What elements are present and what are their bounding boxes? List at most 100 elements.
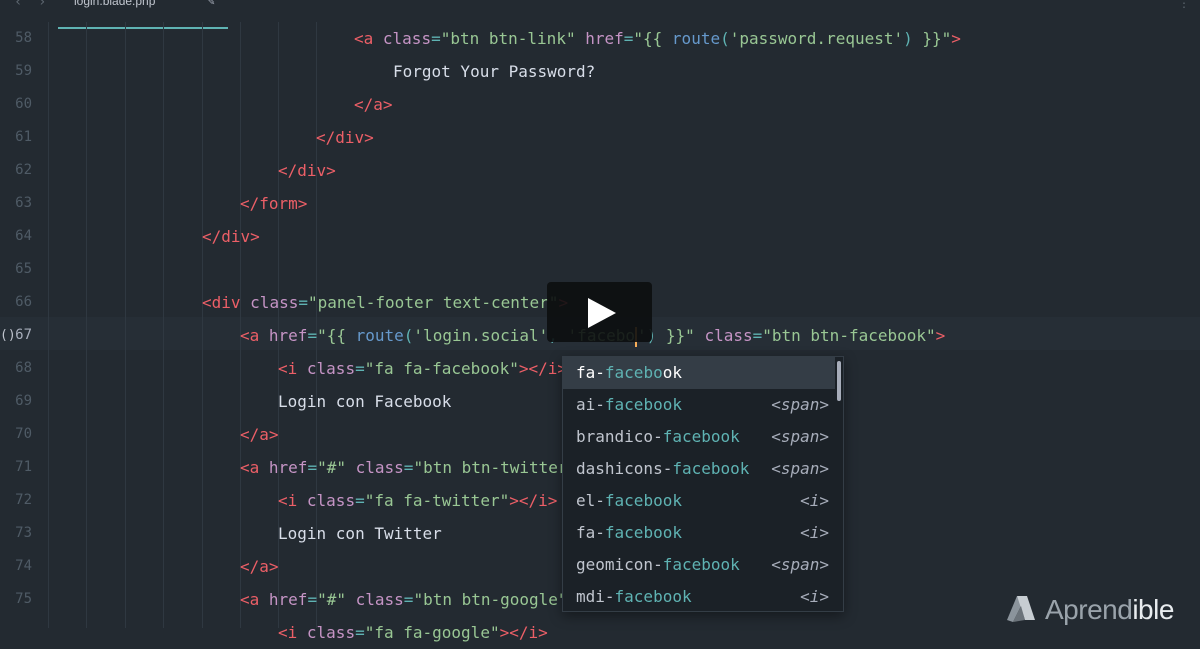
code-token: <a xyxy=(240,458,269,477)
code-line[interactable]: </form> xyxy=(240,187,307,220)
code-token: "fa fa-facebook" xyxy=(364,359,519,378)
code-token: href xyxy=(268,590,308,609)
autocomplete-popup[interactable]: fa-facebook ai-facebook <span> brandico-fac… xyxy=(562,356,844,612)
code-token: class xyxy=(306,491,356,510)
autocomplete-item[interactable]: ai-facebook <span> xyxy=(563,389,835,421)
autocomplete-item[interactable]: fa-facebook <i> xyxy=(563,517,835,549)
line-number-gutter: 58 59 60 61 62 63 64 65 66 67 68 69 70 71 72 73 74 75() xyxy=(0,22,48,628)
code-token: <i xyxy=(278,623,307,642)
code-token: class xyxy=(250,293,299,312)
line-number: 65 xyxy=(15,261,32,277)
code-line[interactable]: </a> xyxy=(240,550,279,583)
brand-name: Aprendible xyxy=(1045,594,1174,625)
autocomplete-scrollbar[interactable] xyxy=(837,361,841,401)
code-token: "panel-footer text-center" xyxy=(307,293,559,312)
indent-guide xyxy=(48,22,49,628)
code-token: href xyxy=(585,29,624,48)
code-line[interactable]: <i class="fa fa-facebook"></i> xyxy=(278,352,567,385)
forward-arrow-icon[interactable]: › xyxy=(38,0,46,10)
indent-guide xyxy=(163,22,164,628)
code-token: = xyxy=(403,590,414,609)
code-token: </div> xyxy=(202,227,260,246)
code-token: "#" xyxy=(317,590,346,609)
code-line[interactable]: </a> xyxy=(354,88,393,121)
back-arrow-icon[interactable]: ‹ xyxy=(14,0,22,10)
more-icon[interactable]: ⋮ xyxy=(1178,0,1190,10)
code-line[interactable]: Login con Facebook xyxy=(278,385,451,418)
code-line[interactable]: <i class="fa fa-twitter"></i> xyxy=(278,484,557,517)
autocomplete-item-label: mdi-facebook xyxy=(576,587,692,606)
autocomplete-item[interactable]: brandico-facebook <span> xyxy=(563,421,835,453)
autocomplete-item-label: fa-facebook xyxy=(576,363,682,382)
line-number: 75 xyxy=(15,591,32,607)
autocomplete-item-label: dashicons-facebook xyxy=(576,459,750,478)
code-line[interactable]: </div> xyxy=(202,220,260,253)
code-token: "btn btn-facebook" xyxy=(762,326,936,345)
code-token: > xyxy=(935,326,946,345)
code-token: class xyxy=(306,359,356,378)
code-token: <i xyxy=(278,359,307,378)
line-number: 61 xyxy=(15,129,32,145)
code-line[interactable]: <a href="#" class="btn btn-twitter xyxy=(240,451,568,484)
autocomplete-item-kind: <i> xyxy=(800,523,829,542)
code-token: <a xyxy=(240,326,269,345)
autocomplete-item-label: ai-facebook xyxy=(576,395,682,414)
code-token: = xyxy=(355,359,365,378)
line-number: 60 xyxy=(15,96,32,112)
code-token: "fa fa-google" xyxy=(364,623,500,642)
line-number: 72 xyxy=(15,492,32,508)
code-token: "fa fa-twitter" xyxy=(364,491,510,510)
code-token: "btn btn-twitter xyxy=(413,458,568,477)
code-token: Login con Twitter xyxy=(278,524,442,543)
autocomplete-item-kind: <span> xyxy=(771,395,829,414)
aprendible-logo-icon xyxy=(1007,596,1035,622)
autocomplete-item[interactable]: dashicons-facebook <span> xyxy=(563,453,835,485)
code-line[interactable]: Login con Twitter xyxy=(278,517,442,550)
code-line[interactable]: Forgot Your Password? xyxy=(393,55,595,88)
autocomplete-item-label: brandico-facebook xyxy=(576,427,740,446)
line-number: 58 xyxy=(15,30,32,46)
code-line[interactable]: </div> xyxy=(316,121,374,154)
code-line[interactable]: <i class="fa fa-google"></i> xyxy=(278,616,548,649)
line-number: 59 xyxy=(15,63,32,79)
code-token: href xyxy=(268,458,308,477)
code-token: "{{ xyxy=(317,326,356,345)
code-token: = xyxy=(431,29,441,48)
code-token: = xyxy=(307,458,318,477)
code-token: > xyxy=(951,29,961,48)
code-token: <a xyxy=(240,590,269,609)
code-line[interactable]: <a href="#" class="btn btn-google" xyxy=(240,583,568,616)
autocomplete-item-kind: <span> xyxy=(771,459,829,478)
code-token: ( xyxy=(720,29,730,48)
code-token: class xyxy=(355,458,404,477)
indent-guide xyxy=(125,22,126,628)
code-line[interactable]: </a> xyxy=(240,418,279,451)
autocomplete-item[interactable]: fa-facebook xyxy=(563,357,835,389)
pencil-icon: ✎ xyxy=(208,0,215,8)
code-token: <div xyxy=(202,293,251,312)
autocomplete-item[interactable]: geomicon-facebook <span> xyxy=(563,549,835,581)
autocomplete-item[interactable]: mdi-facebook <i> xyxy=(563,581,835,613)
autocomplete-item-label: geomicon-facebook xyxy=(576,555,740,574)
code-token: = xyxy=(298,293,308,312)
code-token: }}" xyxy=(656,326,695,345)
code-token: ></i> xyxy=(509,491,558,510)
fold-marker[interactable]: () xyxy=(0,319,16,352)
code-token: </a> xyxy=(240,557,279,576)
video-play-button[interactable] xyxy=(547,282,652,342)
code-token: = xyxy=(355,623,365,642)
code-token: = xyxy=(355,491,365,510)
autocomplete-item-kind: <span> xyxy=(771,555,829,574)
code-token: Login con Facebook xyxy=(278,392,452,411)
code-token: route xyxy=(355,326,404,345)
code-line[interactable]: <div class="panel-footer text-center"> xyxy=(202,286,568,319)
code-token: "#" xyxy=(317,458,346,477)
code-token: 'login.social' xyxy=(413,326,549,345)
code-line[interactable]: <a class="btn btn-link" href="{{ route('… xyxy=(354,22,961,55)
code-line[interactable]: </div> xyxy=(278,154,336,187)
autocomplete-item[interactable]: el-facebook <i> xyxy=(563,485,835,517)
code-token: <i xyxy=(278,491,307,510)
